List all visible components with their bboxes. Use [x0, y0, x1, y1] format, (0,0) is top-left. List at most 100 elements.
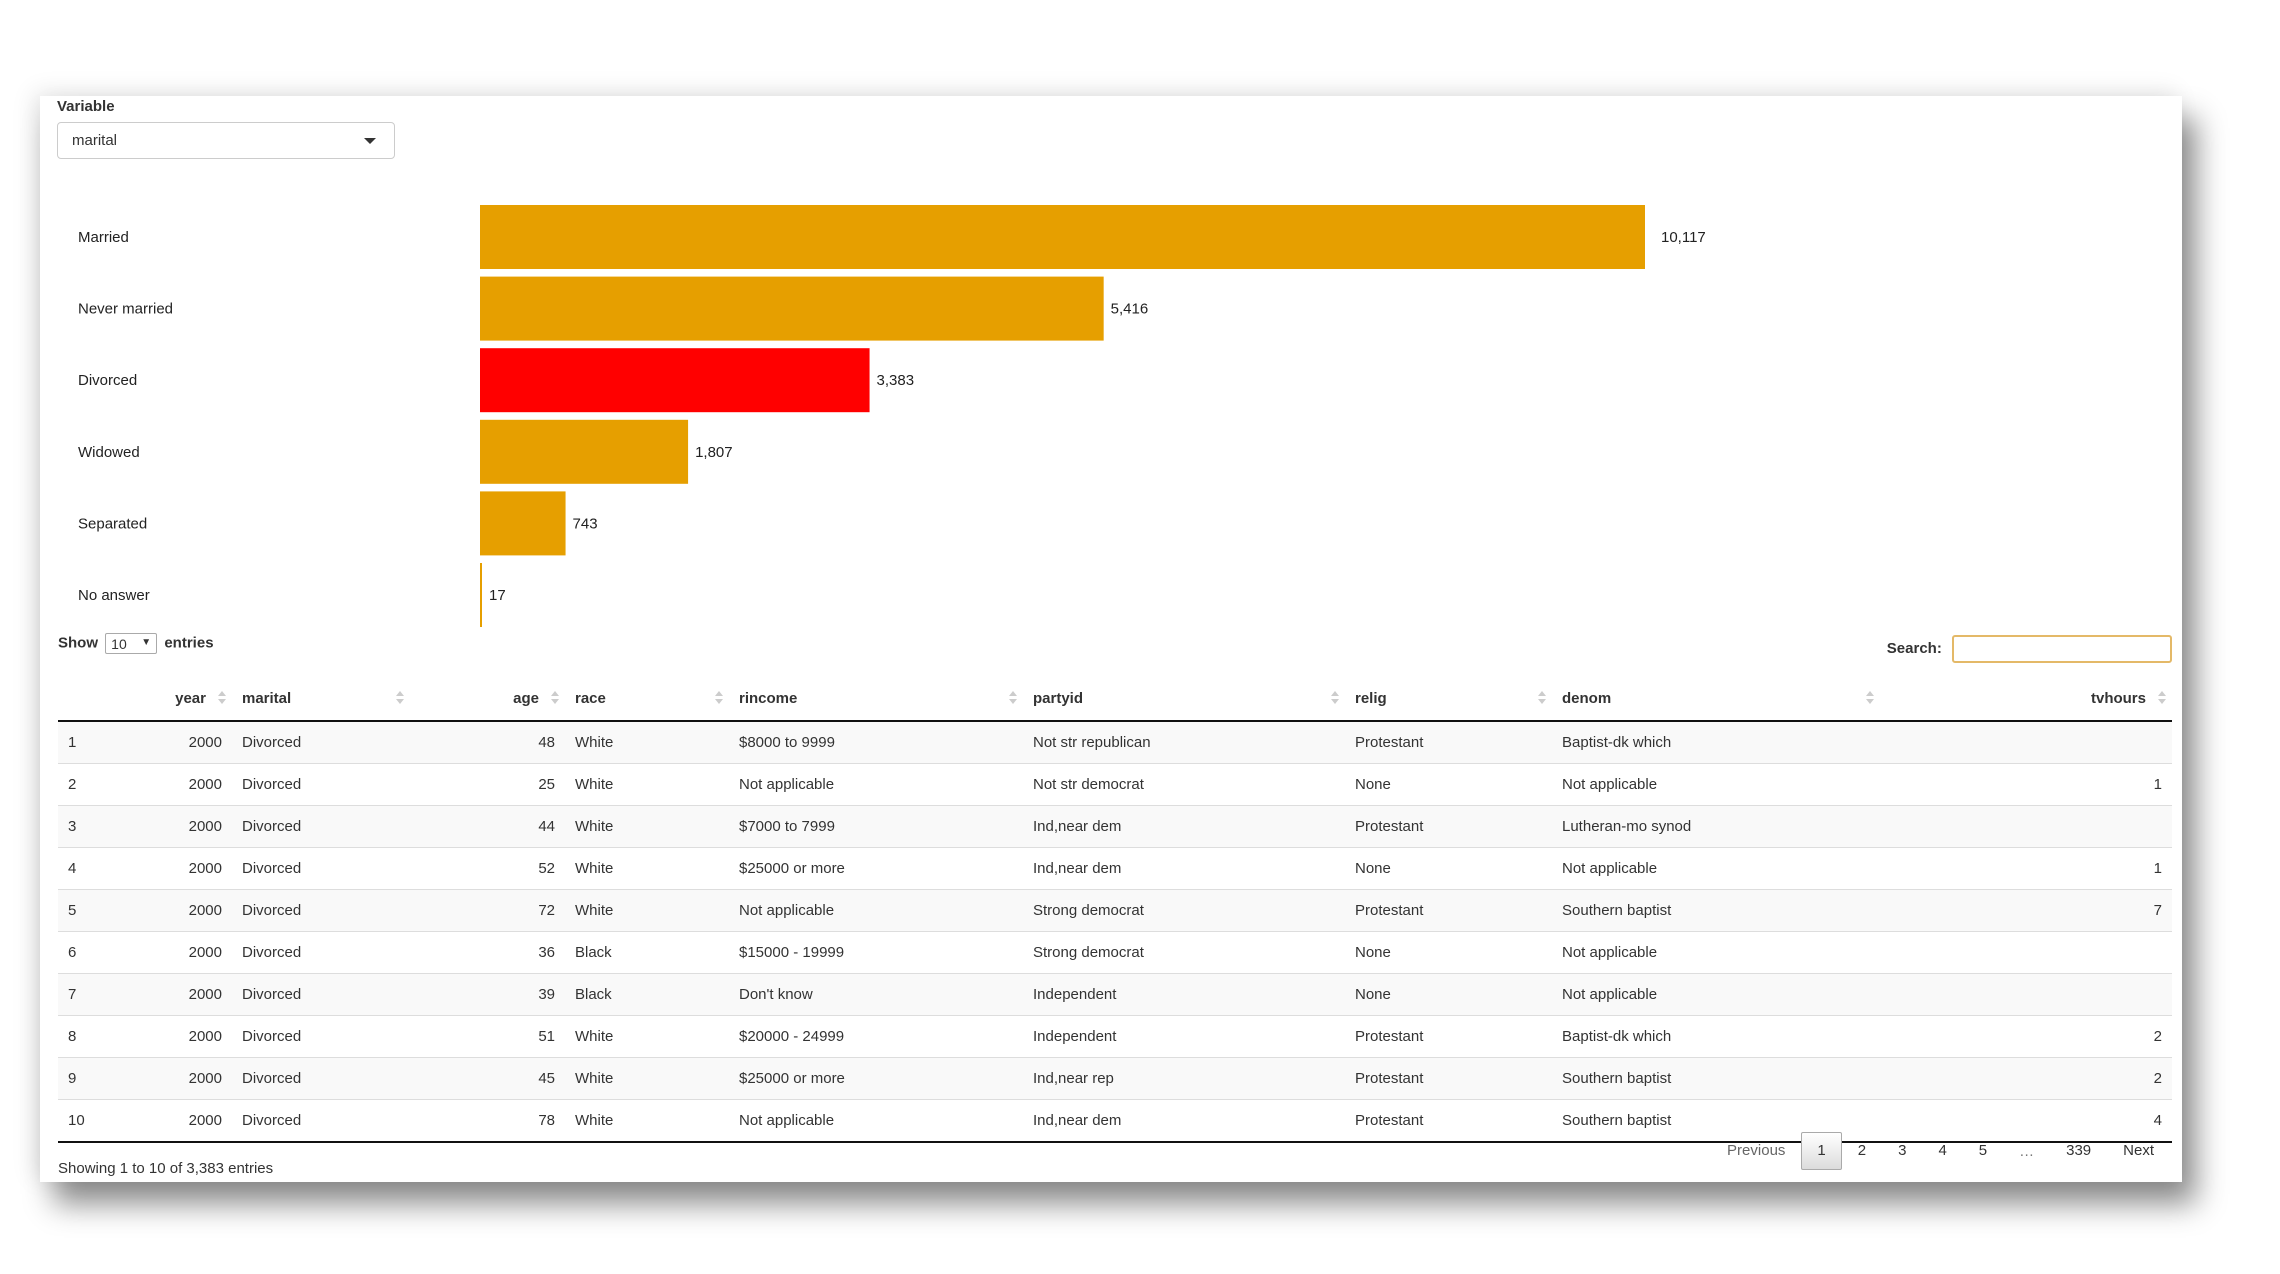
page-length-select[interactable]: 10 ▼ [105, 633, 157, 654]
table-cell: $8000 to 9999 [729, 721, 1023, 764]
table-row[interactable]: 42000Divorced52White$25000 or moreInd,ne… [58, 848, 2172, 890]
table-cell: None [1345, 848, 1552, 890]
table-cell: Not applicable [1552, 848, 1880, 890]
table-cell: None [1345, 974, 1552, 1016]
column-header-race[interactable]: race [565, 676, 729, 721]
table-cell: $7000 to 7999 [729, 806, 1023, 848]
column-header-label: denom [1562, 690, 1611, 707]
table-cell: White [565, 764, 729, 806]
table-cell: White [565, 1058, 729, 1100]
table-cell: Divorced [232, 974, 410, 1016]
table-cell: Protestant [1345, 890, 1552, 932]
table-cell: Protestant [1345, 721, 1552, 764]
column-header-relig[interactable]: relig [1345, 676, 1552, 721]
table-cell: $25000 or more [729, 1058, 1023, 1100]
table-cell: Divorced [232, 848, 410, 890]
table-cell: Divorced [232, 721, 410, 764]
table-row[interactable]: 72000Divorced39BlackDon't knowIndependen… [58, 974, 2172, 1016]
table-cell: Independent [1023, 1016, 1345, 1058]
page-button-last[interactable]: 339 [2050, 1133, 2107, 1169]
bar-value-label: 743 [573, 515, 598, 532]
table-row[interactable]: 82000Divorced51White$20000 - 24999Indepe… [58, 1016, 2172, 1058]
table-cell: Ind,near rep [1023, 1058, 1345, 1100]
bar[interactable] [480, 420, 688, 484]
table-cell: Ind,near dem [1023, 806, 1345, 848]
table-cell: Black [565, 932, 729, 974]
table-row[interactable]: 92000Divorced45White$25000 or moreInd,ne… [58, 1058, 2172, 1100]
table-cell: Not applicable [729, 890, 1023, 932]
table-cell: Not applicable [729, 764, 1023, 806]
table-cell: 1 [58, 721, 148, 764]
table-row[interactable]: 22000Divorced25WhiteNot applicableNot st… [58, 764, 2172, 806]
table-cell: 48 [410, 721, 565, 764]
page-button[interactable]: 3 [1882, 1133, 1922, 1169]
bar[interactable] [480, 277, 1104, 341]
sort-icon [218, 691, 226, 705]
length-entries-label: entries [164, 634, 213, 651]
table-cell: Baptist-dk which [1552, 721, 1880, 764]
table-cell: Divorced [232, 764, 410, 806]
bar-value-label: 10,117 [1661, 229, 1706, 246]
previous-page-button[interactable]: Previous [1711, 1133, 1801, 1169]
table-cell: 52 [410, 848, 565, 890]
table-cell: White [565, 721, 729, 764]
table-row[interactable]: 12000Divorced48White$8000 to 9999Not str… [58, 721, 2172, 764]
table-cell: Black [565, 974, 729, 1016]
table-cell: Divorced [232, 1100, 410, 1143]
bar[interactable] [480, 491, 566, 555]
table-cell: 2000 [148, 721, 232, 764]
column-header-age[interactable]: age [410, 676, 565, 721]
sort-icon [1009, 691, 1017, 705]
column-header-label: year [175, 690, 206, 707]
table-cell: 2000 [148, 764, 232, 806]
table-cell: Not applicable [1552, 764, 1880, 806]
page-button[interactable]: 2 [1842, 1133, 1882, 1169]
sort-icon [1538, 691, 1546, 705]
sort-icon [551, 691, 559, 705]
table-cell: Don't know [729, 974, 1023, 1016]
column-header-tvhours[interactable]: tvhours [1880, 676, 2172, 721]
table-cell: 10 [58, 1100, 148, 1143]
column-header-label: age [513, 690, 539, 707]
table-cell [1880, 974, 2172, 1016]
column-header-denom[interactable]: denom [1552, 676, 1880, 721]
table-cell: Protestant [1345, 1100, 1552, 1143]
page-button[interactable]: 5 [1963, 1133, 2003, 1169]
column-header-rincome[interactable]: rincome [729, 676, 1023, 721]
bar-chart: MarriedNever marriedDivorcedWidowedSepar… [40, 96, 2182, 636]
table-row[interactable]: 52000Divorced72WhiteNot applicableStrong… [58, 890, 2172, 932]
table-cell: 2000 [148, 848, 232, 890]
column-header-partyid[interactable]: partyid [1023, 676, 1345, 721]
table-cell: Ind,near dem [1023, 1100, 1345, 1143]
table-cell: 51 [410, 1016, 565, 1058]
page-button[interactable]: 1 [1801, 1132, 1841, 1170]
table-cell: Not applicable [1552, 974, 1880, 1016]
column-header-year[interactable]: year [148, 676, 232, 721]
table-cell: Lutheran-mo synod [1552, 806, 1880, 848]
table-cell: Strong democrat [1023, 932, 1345, 974]
table-cell: 78 [410, 1100, 565, 1143]
table-cell: Southern baptist [1552, 890, 1880, 932]
pagination-ellipsis: … [2003, 1143, 2050, 1160]
table-row[interactable]: 32000Divorced44White$7000 to 7999Ind,nea… [58, 806, 2172, 848]
page-button[interactable]: 4 [1922, 1133, 1962, 1169]
search-control: Search: [1887, 635, 2172, 663]
sort-icon [2158, 691, 2166, 705]
table-cell: 4 [58, 848, 148, 890]
table-cell [1880, 721, 2172, 764]
table-cell: Not applicable [1552, 932, 1880, 974]
column-header-marital[interactable]: marital [232, 676, 410, 721]
next-page-button[interactable]: Next [2107, 1133, 2170, 1169]
table-row[interactable]: 62000Divorced36Black$15000 - 19999Strong… [58, 932, 2172, 974]
table-cell: 2000 [148, 974, 232, 1016]
bar-value-label: 5,416 [1111, 301, 1149, 318]
column-header-label: partyid [1033, 690, 1083, 707]
search-input[interactable] [1952, 635, 2172, 663]
sort-icon [1331, 691, 1339, 705]
table-cell: 7 [58, 974, 148, 1016]
table-cell: 39 [410, 974, 565, 1016]
bar[interactable] [480, 563, 482, 627]
bar[interactable] [480, 205, 1645, 269]
table-cell: 5 [58, 890, 148, 932]
bar[interactable] [480, 348, 870, 412]
